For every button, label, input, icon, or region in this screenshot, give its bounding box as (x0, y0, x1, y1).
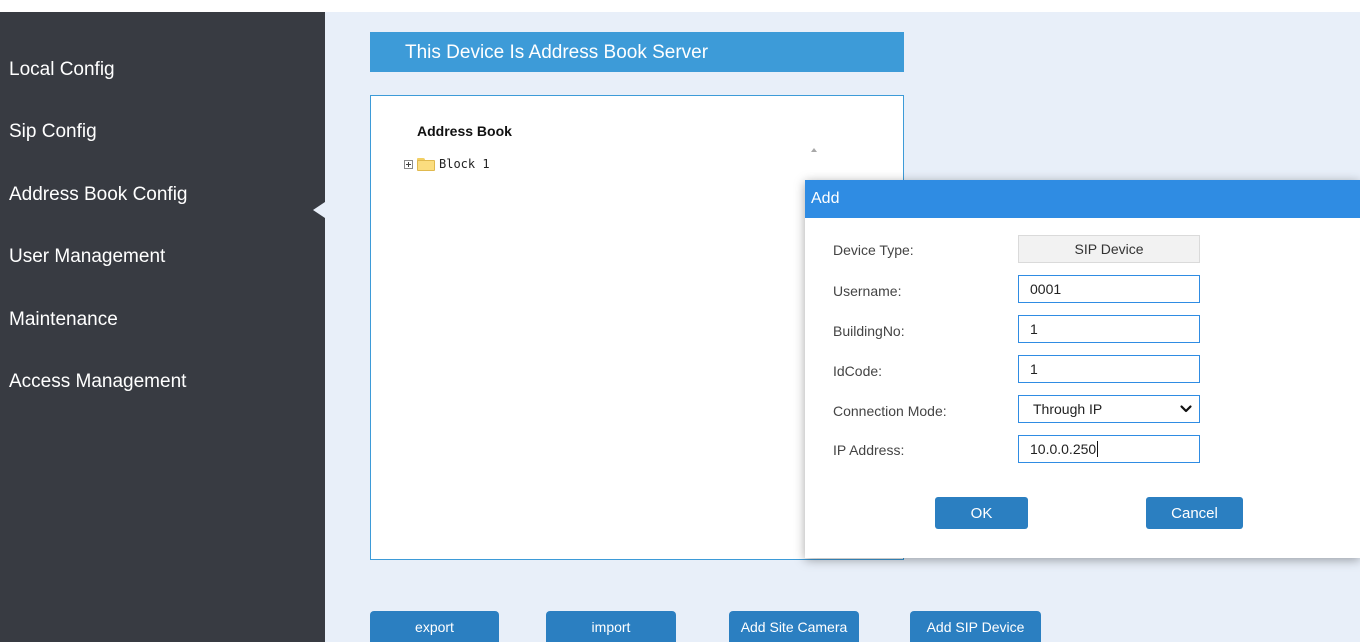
id-code-input[interactable] (1018, 355, 1200, 383)
tree-node-block-1[interactable]: Block 1 (404, 156, 490, 172)
ip-address-input[interactable]: 10.0.0.250 (1018, 435, 1200, 463)
ok-button[interactable]: OK (935, 497, 1028, 529)
connection-mode-value: Through IP (1033, 401, 1103, 417)
banner-title: This Device Is Address Book Server (405, 42, 709, 63)
text-cursor (1097, 441, 1099, 457)
cancel-button[interactable]: Cancel (1146, 497, 1243, 529)
username-label: Username: (833, 283, 902, 299)
sidebar-item-maintenance[interactable]: Maintenance (9, 309, 118, 331)
tree-node-label: Block 1 (439, 157, 490, 171)
username-input[interactable] (1018, 275, 1200, 303)
ip-address-value: 10.0.0.250 (1030, 441, 1097, 457)
connection-mode-label: Connection Mode: (833, 403, 947, 419)
add-site-camera-button[interactable]: Add Site Camera (729, 611, 859, 642)
sidebar-item-sip-config[interactable]: Sip Config (9, 121, 97, 143)
device-type-label: Device Type: (833, 242, 914, 258)
ip-address-label: IP Address: (833, 442, 905, 458)
server-banner: This Device Is Address Book Server (370, 32, 904, 72)
chevron-down-icon (1180, 405, 1192, 413)
import-button[interactable]: import (546, 611, 676, 642)
device-type-field: SIP Device (1018, 235, 1200, 263)
building-no-input[interactable] (1018, 315, 1200, 343)
active-indicator-arrow-icon (313, 202, 325, 218)
add-sip-device-button[interactable]: Add SIP Device (910, 611, 1041, 642)
sidebar-item-local-config[interactable]: Local Config (9, 59, 115, 81)
add-device-dialog: Add Device Type: SIP Device Username: Bu… (805, 180, 1360, 558)
address-book-title: Address Book (417, 123, 512, 139)
scroll-up-arrow-icon[interactable] (811, 148, 817, 152)
export-button[interactable]: export (370, 611, 499, 642)
building-no-label: BuildingNo: (833, 323, 905, 339)
dialog-title: Add (811, 190, 840, 207)
top-strip (0, 0, 1360, 12)
device-type-value: SIP Device (1074, 241, 1144, 257)
connection-mode-select[interactable]: Through IP (1018, 395, 1200, 423)
id-code-label: IdCode: (833, 363, 883, 379)
sidebar-item-user-management[interactable]: User Management (9, 246, 165, 268)
sidebar: Local Config Sip Config Address Book Con… (0, 12, 325, 642)
sidebar-item-address-book-config[interactable]: Address Book Config (9, 184, 188, 206)
folder-icon (417, 157, 435, 171)
dialog-header[interactable]: Add (805, 180, 1360, 218)
expand-plus-icon[interactable] (404, 159, 413, 169)
sidebar-item-access-management[interactable]: Access Management (9, 371, 186, 393)
